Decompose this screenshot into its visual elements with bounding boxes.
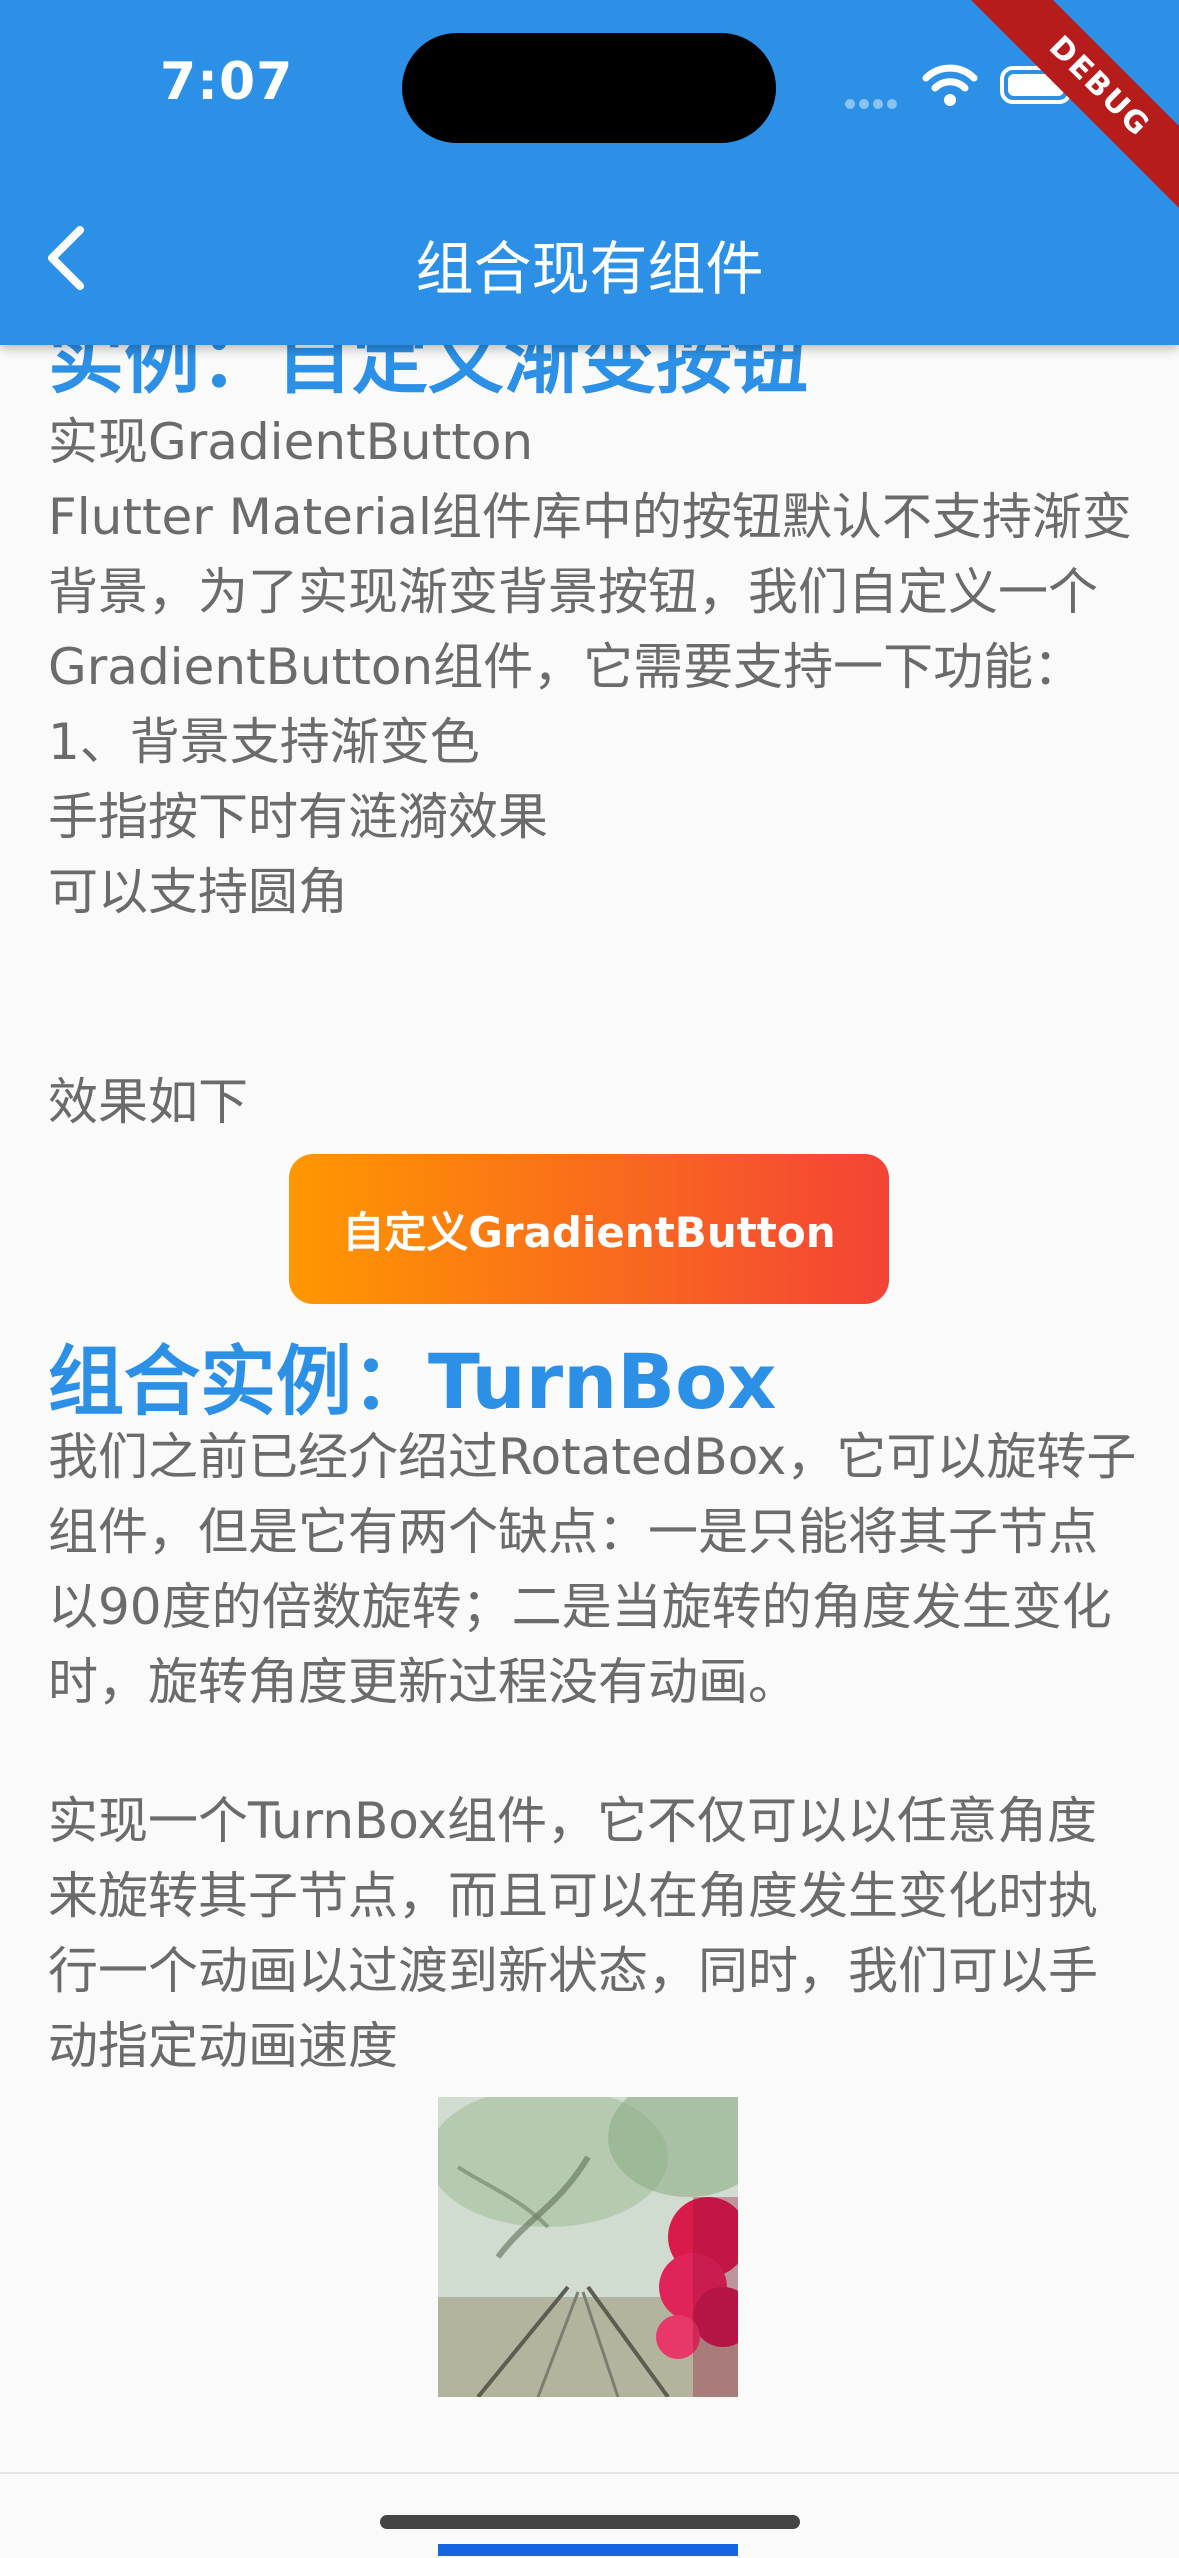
next-item-edge: [438, 2544, 738, 2556]
gradient-button[interactable]: 自定义GradientButton: [289, 1154, 889, 1304]
app-bar-title: 组合现有组件: [415, 235, 764, 303]
status-time: 7:07: [160, 52, 294, 112]
turnbox-paragraph-2: 实现一个TurnBox组件，它不仅可以以任意角度来旋转其子节点，而且可以在角度发…: [48, 1792, 1098, 2075]
turnbox-image: [438, 2097, 738, 2397]
wifi-icon: [922, 64, 978, 106]
app-bar: 7:07 组合现有组件: [0, 0, 1179, 345]
effect-label: 效果如下: [48, 1073, 248, 1131]
section-heading-turnbox: 组合实例：TurnBox: [48, 1337, 777, 1426]
dynamic-island: [402, 33, 776, 143]
section-paragraph: 实现GradientButton Flutter Material组件库中的按钮…: [48, 413, 1132, 921]
misty-forest-rail-photo: [438, 2097, 738, 2397]
turnbox-paragraph-1: 我们之前已经介绍过RotatedBox，它可以旋转子组件，但是它有两个缺点：一是…: [48, 1428, 1137, 1711]
cellular-signal-icon: [845, 94, 901, 113]
home-indicator[interactable]: [380, 2515, 800, 2529]
